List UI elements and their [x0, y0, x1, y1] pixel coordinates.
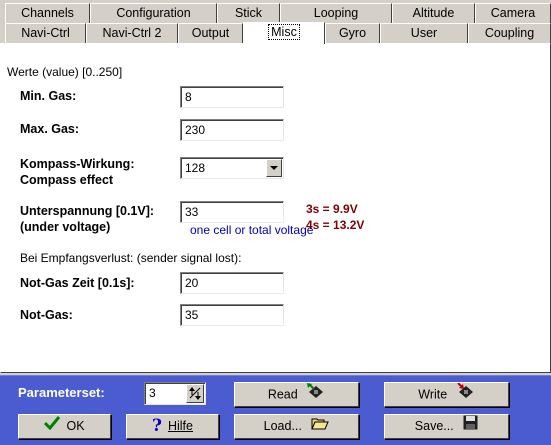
tab-label: Channels	[21, 6, 74, 20]
read-button[interactable]: Read	[234, 382, 359, 407]
tab-label: Gyro	[338, 26, 367, 40]
read-button-label: Read	[267, 387, 298, 402]
question-mark-icon: ?	[152, 416, 162, 437]
parameterset-label: Parameterset:	[18, 385, 105, 400]
not-gas-label: Not-Gas:	[20, 308, 73, 322]
tab-label: Stick	[234, 6, 263, 20]
load-button[interactable]: Load...	[234, 414, 359, 439]
help-button-label: Hilfe	[167, 419, 193, 433]
tab-label: User	[410, 26, 438, 40]
tab-label: Configuration	[116, 6, 191, 20]
undervoltage-input[interactable]	[180, 201, 284, 223]
signal-lost-heading: Bei Empfangsverlust: (sender signal lost…	[20, 251, 242, 265]
tab-looping[interactable]: Looping	[280, 3, 392, 23]
undervoltage-note: one cell or total voltage	[190, 223, 314, 237]
tab-row-1: Channels Configuration Stick Looping Alt…	[0, 3, 551, 24]
tab-label: Misc	[268, 24, 300, 40]
help-button[interactable]: ? Hilfe	[126, 414, 219, 439]
not-gas-input[interactable]	[180, 304, 284, 326]
info-4s: 4s = 13.2V	[306, 218, 365, 232]
parameterset-spinner[interactable]: 3	[144, 382, 206, 405]
read-device-icon	[307, 383, 325, 407]
bottom-bar: Parameterset: 3 Read Write OK ? Hilfe Lo…	[0, 375, 551, 445]
not-gas-zeit-label: Not-Gas Zeit [0.1s]:	[20, 276, 135, 290]
tab-gyro[interactable]: Gyro	[325, 23, 380, 43]
tab-camera[interactable]: Camera	[475, 3, 551, 23]
tab-channels[interactable]: Channels	[5, 3, 90, 23]
tab-stick[interactable]: Stick	[217, 3, 280, 23]
tab-label: Altitude	[412, 6, 455, 20]
tab-label: Coupling	[484, 26, 535, 40]
tab-misc[interactable]: Misc	[243, 22, 325, 44]
info-3s: 3s = 9.9V	[306, 202, 358, 216]
chevron-down-icon[interactable]	[266, 159, 282, 177]
tab-coupling[interactable]: Coupling	[468, 23, 551, 43]
tab-user[interactable]: User	[380, 23, 468, 43]
floppy-disk-icon	[463, 415, 478, 438]
save-button-label: Save...	[414, 419, 454, 433]
save-button[interactable]: Save...	[384, 414, 509, 439]
undervoltage-label-de: Unterspannung [0.1V]:	[20, 204, 155, 218]
folder-open-icon	[311, 415, 330, 438]
min-gas-input[interactable]	[180, 86, 284, 108]
max-gas-input[interactable]	[180, 119, 284, 141]
write-button[interactable]: Write	[384, 382, 509, 407]
load-button-label: Load...	[263, 419, 302, 433]
max-gas-label: Max. Gas:	[20, 122, 80, 136]
compass-effect-select[interactable]: 128	[180, 157, 284, 179]
compass-effect-value: 128	[185, 161, 206, 175]
compass-label-de: Kompass-Wirkung:	[20, 157, 135, 171]
tab-navi-ctrl-2[interactable]: Navi-Ctrl 2	[86, 23, 178, 43]
undervoltage-label-en: (under voltage)	[20, 220, 111, 234]
misc-panel: Werte (value) [0..250] Min. Gas: Max. Ga…	[0, 43, 551, 373]
write-button-label: Write	[418, 387, 448, 402]
tab-label: Navi-Ctrl 2	[102, 26, 162, 40]
tab-configuration[interactable]: Configuration	[90, 3, 217, 23]
min-gas-label: Min. Gas:	[20, 89, 77, 103]
check-icon	[44, 415, 61, 438]
tab-row-2: Navi-Ctrl Navi-Ctrl 2 Output Misc Gyro U…	[0, 22, 551, 44]
write-device-icon	[456, 382, 475, 407]
range-hint: Werte (value) [0..250]	[7, 65, 123, 79]
tab-navi-ctrl[interactable]: Navi-Ctrl	[5, 23, 86, 43]
tab-output[interactable]: Output	[178, 23, 243, 43]
spin-arrows-icon[interactable]	[186, 384, 204, 403]
tab-label: Camera	[490, 6, 536, 20]
compass-label-en: Compass effect	[20, 173, 114, 187]
tab-label: Looping	[313, 6, 359, 20]
tab-label: Output	[191, 26, 230, 40]
tab-label: Navi-Ctrl	[21, 26, 70, 40]
ok-button[interactable]: OK	[18, 414, 111, 439]
ok-button-label: OK	[66, 419, 85, 433]
not-gas-zeit-input[interactable]	[180, 272, 284, 294]
tab-altitude[interactable]: Altitude	[392, 3, 475, 23]
parameterset-value: 3	[149, 386, 156, 400]
